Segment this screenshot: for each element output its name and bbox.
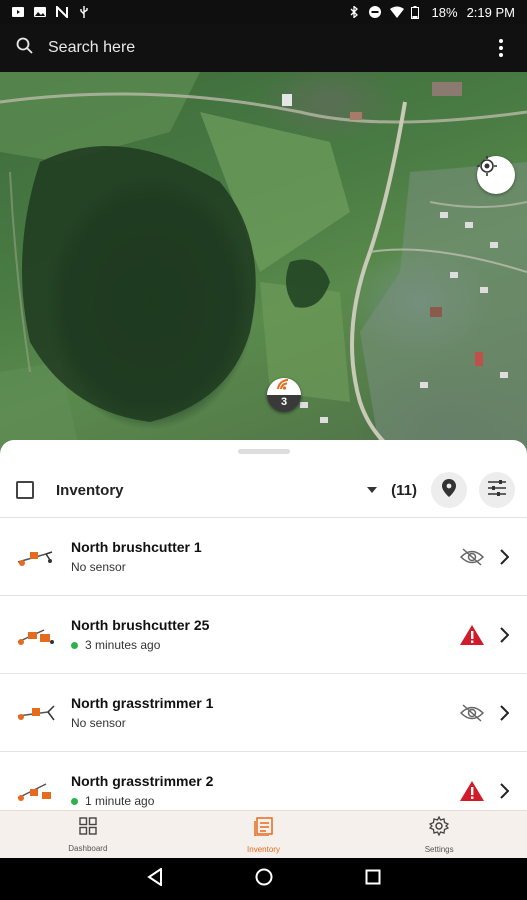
chevron-right-icon[interactable] <box>497 625 511 645</box>
nav-label-dashboard: Dashboard <box>68 843 108 853</box>
warning-icon <box>459 624 485 646</box>
satellite-map-image <box>0 72 527 452</box>
item-name: North grasstrimmer 2 <box>71 773 214 789</box>
chevron-right-icon[interactable] <box>497 781 511 801</box>
grasstrimmer-image <box>16 698 58 728</box>
battery-percent: 18% <box>431 4 458 20</box>
nav-label-settings: Settings <box>424 844 454 854</box>
search-icon[interactable] <box>16 37 34 60</box>
home-icon[interactable] <box>255 868 273 891</box>
map-view[interactable] <box>0 72 527 452</box>
grasstrimmer-image <box>16 776 58 806</box>
nav-label-inventory: Inventory <box>247 844 280 854</box>
online-dot <box>71 641 78 649</box>
filter-sliders-icon <box>488 479 506 501</box>
inventory-icon <box>253 816 274 841</box>
wifi-icon <box>389 6 404 18</box>
usb-icon <box>78 6 90 18</box>
chevron-right-icon[interactable] <box>497 703 511 723</box>
grid-icon <box>79 816 97 840</box>
sheet-title: Inventory <box>56 481 124 499</box>
sheet-header: Inventory (11) <box>0 462 527 518</box>
brushcutter-image <box>16 620 58 650</box>
nav-inventory[interactable]: Inventory <box>176 811 352 858</box>
clock: 2:19 PM <box>466 4 515 20</box>
list-item[interactable]: North brushcutter 1 No sensor <box>0 517 527 595</box>
list-item[interactable]: North grasstrimmer 1 No sensor <box>0 673 527 751</box>
filter-button[interactable] <box>479 472 515 508</box>
bottom-navigation: Dashboard Inventory Settings <box>0 810 527 858</box>
item-status-text: No sensor <box>71 716 126 730</box>
item-status-text: 3 minutes ago <box>85 638 161 652</box>
recents-icon[interactable] <box>365 869 381 890</box>
eye-off-icon <box>459 546 485 568</box>
warning-icon <box>459 780 485 802</box>
status-bar: 18% 2:19 PM <box>0 0 527 24</box>
more-options-icon[interactable] <box>491 36 511 60</box>
signal-icon <box>276 378 292 395</box>
inventory-list: North brushcutter 1 No sensor North brus… <box>0 517 527 810</box>
list-item[interactable]: North brushcutter 25 3 minutes ago <box>0 595 527 673</box>
item-name: North brushcutter 25 <box>71 617 210 633</box>
n-app-icon <box>56 4 68 20</box>
map-cluster-marker[interactable]: 3 <box>267 378 301 412</box>
image-icon <box>34 6 46 18</box>
dropdown-arrow-icon[interactable] <box>367 487 378 493</box>
gear-icon <box>429 815 450 841</box>
item-count: (11) <box>391 481 417 499</box>
eye-off-icon <box>459 702 485 724</box>
map-pin-button[interactable] <box>431 472 467 508</box>
item-status-text: 1 minute ago <box>85 794 155 808</box>
chevron-right-icon[interactable] <box>497 547 511 567</box>
youtube-icon <box>12 6 24 18</box>
battery-icon <box>410 6 423 19</box>
nav-dashboard[interactable]: Dashboard <box>0 811 176 858</box>
online-dot <box>71 797 78 805</box>
item-name: North grasstrimmer 1 <box>71 695 214 711</box>
list-item[interactable]: North grasstrimmer 2 1 minute ago <box>0 751 527 810</box>
map-pin-icon <box>442 478 456 502</box>
search-bar[interactable]: Search here <box>0 24 527 72</box>
back-icon[interactable] <box>146 866 163 891</box>
search-input[interactable]: Search here <box>48 39 135 57</box>
bluetooth-icon <box>348 5 360 19</box>
inventory-sheet: Inventory (11) North brushcutter 1 No se… <box>0 440 527 810</box>
my-location-button[interactable] <box>477 156 515 194</box>
select-all-checkbox[interactable] <box>16 481 34 499</box>
dnd-icon <box>368 6 381 18</box>
brushcutter-image <box>16 542 58 572</box>
item-name: North brushcutter 1 <box>71 539 202 555</box>
item-status-text: No sensor <box>71 560 126 574</box>
nav-settings[interactable]: Settings <box>351 811 527 858</box>
sheet-drag-handle[interactable] <box>238 449 290 454</box>
system-navigation-bar <box>0 858 527 900</box>
